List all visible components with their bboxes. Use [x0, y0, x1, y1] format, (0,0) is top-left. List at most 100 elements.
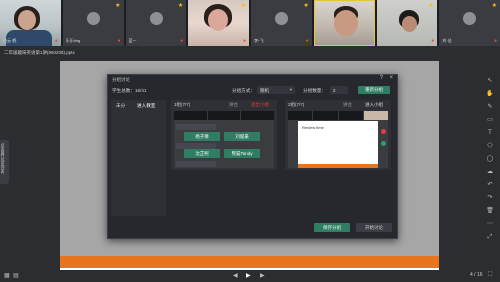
group-card-2: 2组(7/7) 讲台 进入小组 Review time — [285, 100, 391, 170]
avatar — [463, 12, 477, 25]
participant-name: 蓝一 — [128, 38, 137, 43]
participant-name: 乐乐ting — [65, 38, 81, 43]
enter-group-button[interactable]: 进入小组 — [365, 102, 383, 108]
mic-icon: ● — [493, 38, 497, 44]
avatar — [86, 12, 100, 25]
list-icon[interactable]: ▤ — [13, 272, 19, 279]
mic-icon: ● — [117, 38, 121, 44]
star-icon: ★ — [303, 3, 309, 9]
regroup-button[interactable]: 重新分组 — [358, 86, 390, 94]
video-tile[interactable]: ★ ● — [376, 0, 438, 46]
video-tile[interactable]: ★ 刘·佳 ● — [439, 0, 500, 46]
group-preview[interactable]: 杨子倩 刘俊豪 沈芷熙 熊猫Tandy — [174, 111, 274, 168]
video-tile[interactable]: 白云·鹤 ● — [0, 0, 61, 46]
mode-select-value: 随机 — [260, 87, 269, 93]
group-podium[interactable]: 讲台 — [229, 102, 238, 108]
eraser-icon[interactable]: ▭ — [483, 114, 497, 127]
shape-icon[interactable]: ⬠ — [483, 140, 497, 153]
save-groups-button[interactable]: 保存分组 — [314, 223, 350, 232]
slide-text: Review time — [302, 125, 324, 130]
next-page-icon[interactable]: ▶ — [260, 272, 265, 279]
redo-icon[interactable]: ↷ — [483, 192, 497, 205]
right-toolbar: ↖ ✋ ✎ ▭ T ⬠ ◯ ☁ ↶ ↷ 🗑 ⋯ ⤢ — [483, 75, 497, 244]
group-preview[interactable]: Review time — [288, 111, 388, 168]
video-tile[interactable]: ★ 乐乐ting ● — [62, 0, 124, 46]
record-dot-icon — [381, 129, 386, 134]
group-title: 2组(7/7) — [288, 102, 305, 107]
group-camera-row — [288, 111, 388, 120]
star-icon: ★ — [177, 3, 184, 9]
group-count-label: 分组数量： — [303, 88, 326, 93]
laser-icon[interactable]: ◯ — [483, 153, 497, 166]
video-tile[interactable] — [313, 0, 375, 46]
student-chip[interactable]: 刘俊豪 — [224, 132, 260, 141]
student-slot — [176, 161, 216, 167]
group-card-1: 1组(7/7) 讲台 退出小组 杨子倩 刘俊豪 沈芷熙 熊猫Tandy — [171, 100, 277, 170]
cloud-icon[interactable]: ☁ — [483, 166, 497, 179]
avatar — [275, 12, 288, 25]
play-icon[interactable]: ▶ — [246, 272, 251, 279]
close-icon[interactable]: × — [389, 75, 393, 81]
group-count-input[interactable]: 2 — [330, 86, 348, 94]
student-chip[interactable]: 沈芷熙 — [184, 149, 220, 158]
avatar — [149, 12, 163, 25]
student-chip[interactable]: 杨子倩 — [184, 132, 220, 141]
person-face — [208, 9, 229, 31]
bottom-bar: ▦ ▤ ◀ ▶ ▶ ⛶ — [0, 270, 500, 282]
more-icon[interactable]: ⋯ — [483, 218, 497, 231]
page-indicator: 4 / 16 — [470, 272, 483, 278]
video-strip: 白云·鹤 ● ★ 乐乐ting ● ★ 蓝一 ● ★ ● ★ 李*飞 ● ★ ●… — [0, 0, 500, 46]
exit-group-button[interactable]: 退出小组 — [251, 102, 269, 108]
participant-name: 刘·佳 — [442, 38, 452, 43]
pointer-icon[interactable]: ↖ — [483, 75, 497, 88]
grid-icon[interactable]: ▦ — [4, 272, 10, 279]
group-podium[interactable]: 讲台 — [343, 102, 352, 108]
pen-icon[interactable]: ✎ — [483, 101, 497, 114]
participant-name: 李*飞 — [254, 38, 264, 43]
video-tile[interactable]: ★ ● — [188, 0, 249, 46]
group-discussion-dialog: 分组讨论 ? × 学生总数：16/41 分组方式： 随机 ▾ 分组数量： 2 重… — [107, 74, 398, 239]
group-title: 1组(7/7) — [174, 102, 191, 107]
participant-name: 白云·鹤 — [3, 38, 17, 43]
mic-icon: ● — [180, 38, 184, 44]
star-icon: ★ — [115, 3, 121, 9]
person-face — [18, 10, 36, 30]
student-chip[interactable]: 熊猫Tandy — [224, 149, 260, 158]
active-speaker-border — [313, 0, 375, 46]
ungrouped-panel: 未分 进入教室 — [111, 100, 166, 216]
mic-icon: ● — [54, 38, 58, 44]
fullscreen-icon[interactable]: ⛶ — [488, 272, 492, 279]
student-count: 学生总数：16/41 — [112, 88, 147, 93]
trash-icon[interactable]: 🗑 — [483, 205, 497, 218]
mode-select[interactable]: 随机 ▾ — [257, 86, 295, 94]
tab-ungrouped[interactable]: 未分 — [116, 103, 125, 109]
star-icon: ★ — [428, 3, 435, 9]
hand-icon[interactable]: ✋ — [483, 88, 497, 101]
prev-page-icon[interactable]: ◀ — [233, 272, 238, 279]
mic-icon: ● — [305, 38, 309, 44]
text-icon[interactable]: T — [483, 127, 497, 140]
mic-icon: ● — [431, 38, 435, 44]
member-list-toggle-label: 点击展开成员列表 — [1, 143, 5, 174]
undo-icon[interactable]: ↶ — [483, 179, 497, 192]
student-slot — [176, 124, 216, 130]
star-icon: ★ — [240, 3, 246, 9]
file-tab[interactable]: 二年级趣味英语第1讲(950208).pptx — [4, 50, 75, 56]
video-tile[interactable]: ★ 蓝一 ● — [125, 0, 187, 46]
help-icon[interactable]: ? — [380, 75, 383, 81]
status-dot-icon — [381, 141, 386, 146]
person-face — [401, 16, 417, 32]
group-slide-preview: Review time — [298, 121, 378, 168]
dialog-title: 分组讨论 — [112, 77, 130, 82]
slide-footer-band — [298, 164, 378, 168]
file-tab-bar: 二年级趣味英语第1讲(950208).pptx — [0, 47, 500, 59]
mic-icon: ● — [242, 38, 246, 44]
slide-footer-band — [60, 256, 439, 268]
tab-enter-classroom[interactable]: 进入教室 — [137, 103, 155, 109]
group-count-value: 2 — [333, 87, 336, 93]
member-list-toggle[interactable]: 点击展开成员列表 — [0, 140, 9, 184]
chevron-down-icon: ▾ — [289, 87, 292, 92]
video-tile[interactable]: ★ 李*飞 ● — [251, 0, 312, 46]
expand-icon[interactable]: ⤢ — [483, 231, 497, 244]
start-discussion-button[interactable]: 开始讨论 — [356, 223, 392, 232]
